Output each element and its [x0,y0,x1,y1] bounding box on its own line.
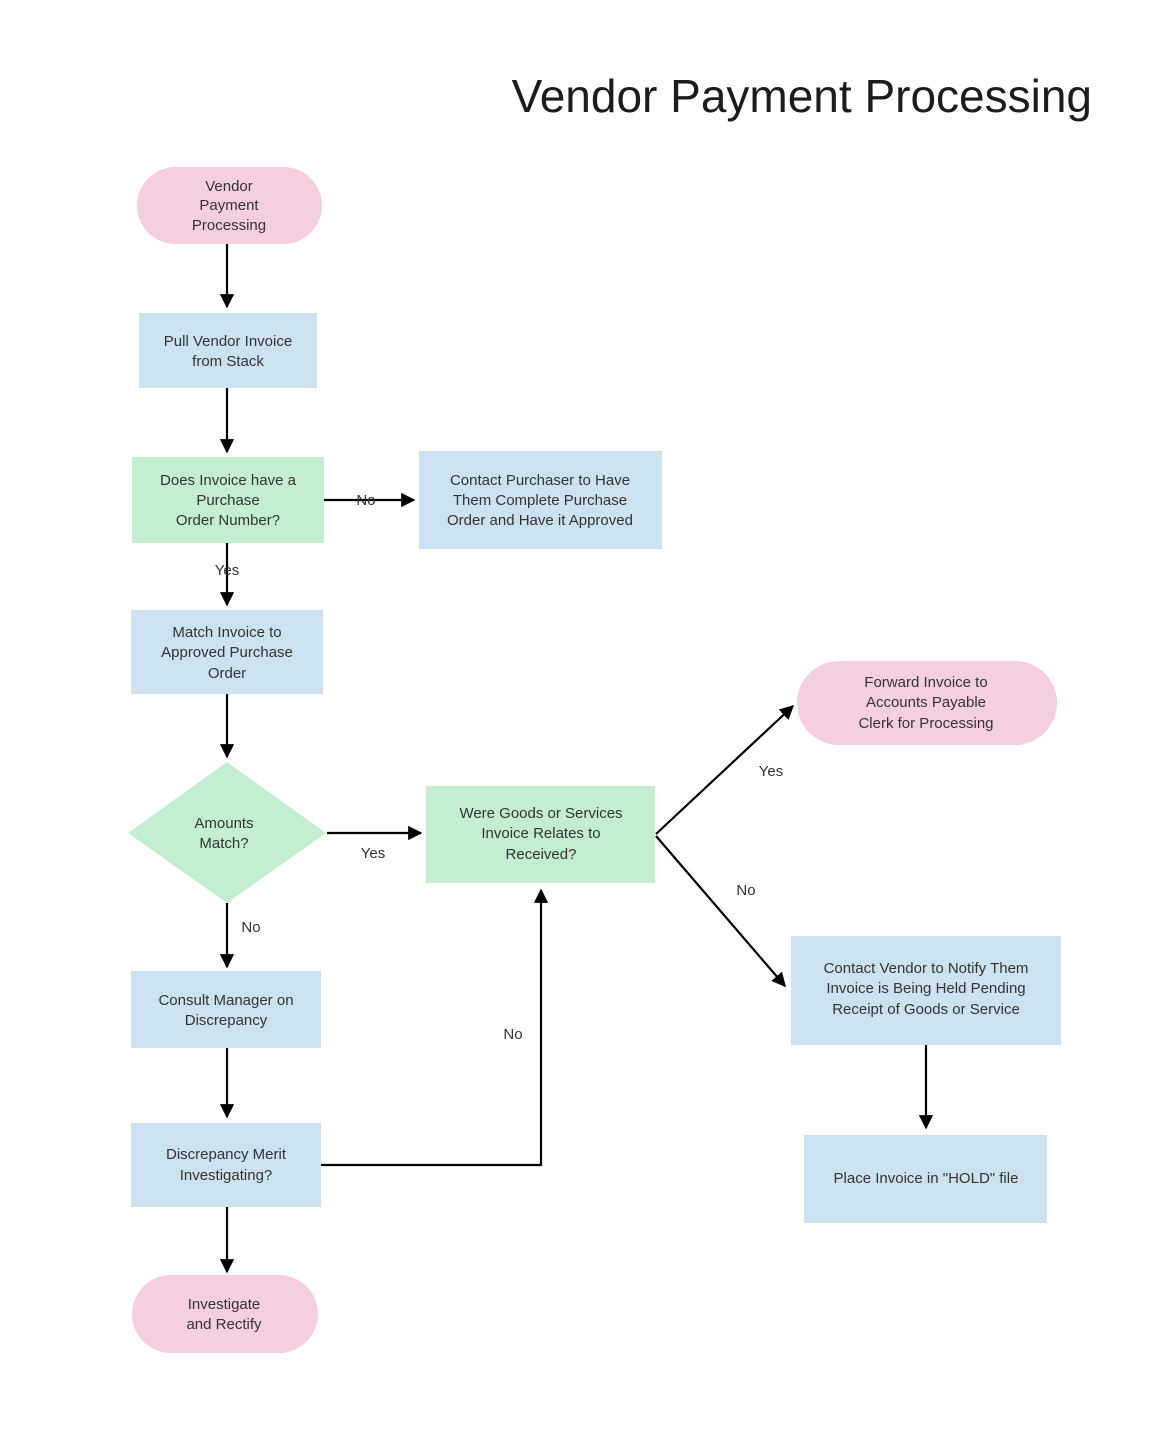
node-consult-manager-line-0: Consult Manager on [158,992,293,1009]
node-investigate-rectify-line-0: Investigate [188,1296,261,1313]
node-start[interactable]: Vendor Payment Processing [137,167,322,244]
node-amounts-match-shape [128,762,326,903]
node-place-hold-line-0: Place Invoice in "HOLD" file [834,1170,1019,1187]
node-goods-received-line-0: Were Goods or Services [459,805,622,822]
node-amounts-match[interactable]: Amounts Match? [128,762,326,903]
node-has-po-line-0: Does Invoice have a [160,472,297,489]
node-start-line-1: Payment [199,197,259,214]
node-consult-manager[interactable]: Consult Manager on Discrepancy [131,971,321,1048]
node-pull-invoice-line-0: Pull Vendor Invoice [164,333,292,350]
edge-label-amounts-match-no: No [241,919,260,936]
node-match-invoice-line-1: Approved Purchase [161,644,293,661]
node-amounts-match-line-1: Match? [199,835,248,852]
node-merit-investigating-shape [131,1123,321,1207]
edge-goods-received-no-to-contact-vendor [655,835,786,988]
node-consult-manager-shape [131,971,321,1048]
node-pull-invoice-line-1: from Stack [192,353,264,370]
node-amounts-match-line-0: Amounts [194,815,253,832]
node-forward-invoice-line-2: Clerk for Processing [858,715,993,732]
edge-label-goods-received-no: No [736,882,755,899]
edge-label-has-po-yes: Yes [215,562,239,579]
node-consult-manager-line-1: Discrepancy [185,1012,268,1029]
flowchart-svg: Vendor Payment Processing No Yes Yes No … [128,70,1092,1353]
page-title: Vendor Payment Processing [512,70,1092,122]
node-match-invoice-line-0: Match Invoice to [172,624,281,641]
node-pull-invoice-shape [139,313,317,388]
edge-label-has-po-no: No [356,492,375,509]
node-goods-received-line-2: Received? [506,846,577,863]
node-contact-vendor[interactable]: Contact Vendor to Notify Them Invoice is… [791,936,1061,1045]
node-contact-purchaser[interactable]: Contact Purchaser to Have Them Complete … [419,451,662,549]
node-merit-investigating-line-0: Discrepancy Merit [166,1146,287,1163]
node-start-line-0: Vendor [205,178,253,195]
edge-labels-layer: No Yes Yes No Yes No No [215,492,783,1043]
node-match-invoice[interactable]: Match Invoice to Approved Purchase Order [131,610,323,694]
node-has-po-line-2: Order Number? [176,512,280,529]
node-forward-invoice-line-1: Accounts Payable [866,694,986,711]
node-investigate-rectify-shape [132,1275,318,1353]
node-contact-purchaser-line-0: Contact Purchaser to Have [450,472,630,489]
edge-label-goods-received-yes: Yes [759,763,783,780]
node-place-hold[interactable]: Place Invoice in "HOLD" file [804,1135,1047,1223]
flowchart-canvas: Vendor Payment Processing No Yes Yes No … [0,0,1155,1456]
edge-label-amounts-match-yes: Yes [361,845,385,862]
node-merit-investigating[interactable]: Discrepancy Merit Investigating? [131,1123,321,1207]
node-contact-purchaser-line-2: Order and Have it Approved [447,512,633,529]
node-pull-invoice[interactable]: Pull Vendor Invoice from Stack [139,313,317,388]
node-goods-received-line-1: Invoice Relates to [481,825,600,842]
node-investigate-rectify[interactable]: Investigate and Rectify [132,1275,318,1353]
node-contact-vendor-line-1: Invoice is Being Held Pending [826,980,1025,997]
node-contact-purchaser-line-1: Them Complete Purchase [453,492,627,509]
node-merit-investigating-line-1: Investigating? [180,1167,273,1184]
edge-label-merit-no: No [503,1026,522,1043]
node-contact-vendor-line-2: Receipt of Goods or Service [832,1001,1020,1018]
node-match-invoice-line-2: Order [208,665,246,682]
node-investigate-rectify-line-1: and Rectify [186,1316,262,1333]
node-contact-vendor-line-0: Contact Vendor to Notify Them [824,960,1029,977]
node-start-line-2: Processing [192,217,266,234]
node-has-po[interactable]: Does Invoice have a Purchase Order Numbe… [132,457,324,543]
edges-layer [219,243,934,1274]
node-goods-received[interactable]: Were Goods or Services Invoice Relates t… [426,786,655,883]
node-forward-invoice-line-0: Forward Invoice to [864,674,987,691]
node-has-po-line-1: Purchase [196,492,259,509]
node-forward-invoice[interactable]: Forward Invoice to Accounts Payable Cler… [797,661,1057,745]
